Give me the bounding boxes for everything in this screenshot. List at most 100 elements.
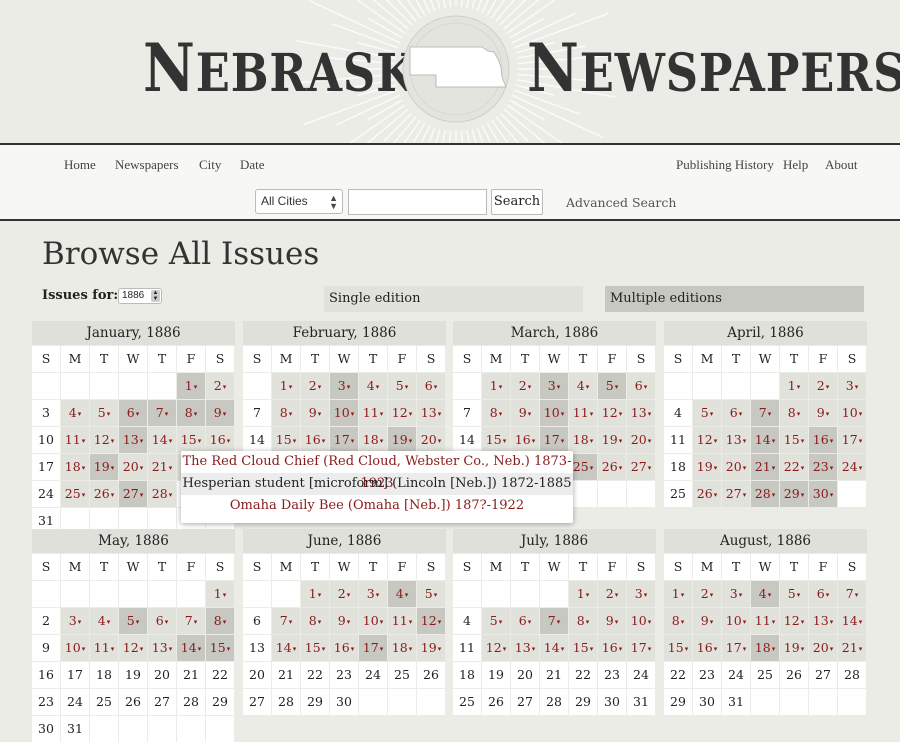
issue-day[interactable]: 11▾ bbox=[751, 608, 779, 634]
issue-day[interactable]: 12▾ bbox=[119, 635, 147, 661]
issue-day[interactable]: 14▾ bbox=[177, 635, 205, 661]
issue-day[interactable]: 2▾ bbox=[598, 581, 626, 607]
issue-day[interactable]: 5▾ bbox=[119, 608, 147, 634]
issue-day[interactable]: 16▾ bbox=[330, 635, 358, 661]
issue-day[interactable]: 14▾ bbox=[272, 635, 300, 661]
issue-day[interactable]: 17▾ bbox=[330, 427, 358, 453]
issue-day[interactable]: 5▾ bbox=[90, 400, 118, 426]
issue-day[interactable]: 14▾ bbox=[751, 427, 779, 453]
issue-day[interactable]: 3▾ bbox=[330, 373, 358, 399]
issue-day[interactable]: 3▾ bbox=[359, 581, 387, 607]
issue-day[interactable]: 4▾ bbox=[359, 373, 387, 399]
issue-day[interactable]: 4▾ bbox=[569, 373, 597, 399]
issue-day[interactable]: 17▾ bbox=[838, 427, 866, 453]
issue-day[interactable]: 11▾ bbox=[569, 400, 597, 426]
nav-about[interactable]: About bbox=[825, 157, 858, 173]
issue-day[interactable]: 12▾ bbox=[598, 400, 626, 426]
issue-day[interactable]: 27▾ bbox=[722, 481, 750, 507]
issue-day[interactable]: 15▾ bbox=[301, 635, 329, 661]
issue-day[interactable]: 12▾ bbox=[482, 635, 510, 661]
issue-day[interactable]: 8▾ bbox=[569, 608, 597, 634]
issue-day[interactable]: 27▾ bbox=[119, 481, 147, 507]
issue-day[interactable]: 28▾ bbox=[751, 481, 779, 507]
issue-day[interactable]: 2▾ bbox=[511, 373, 539, 399]
issue-day[interactable]: 2▾ bbox=[301, 373, 329, 399]
issue-day[interactable]: 16▾ bbox=[511, 427, 539, 453]
issue-day[interactable]: 20▾ bbox=[722, 454, 750, 480]
issue-day[interactable]: 29▾ bbox=[780, 481, 808, 507]
issue-day[interactable]: 6▾ bbox=[511, 608, 539, 634]
issue-day[interactable]: 8▾ bbox=[780, 400, 808, 426]
issue-day[interactable]: 16▾ bbox=[206, 427, 234, 453]
issue-day[interactable]: 21▾ bbox=[148, 454, 176, 480]
issue-day[interactable]: 6▾ bbox=[417, 373, 445, 399]
issue-day[interactable]: 12▾ bbox=[417, 608, 445, 634]
issue-day[interactable]: 6▾ bbox=[809, 581, 837, 607]
issue-day[interactable]: 13▾ bbox=[148, 635, 176, 661]
advanced-search-link[interactable]: Advanced Search bbox=[566, 195, 676, 210]
issue-day[interactable]: 3▾ bbox=[722, 581, 750, 607]
city-select[interactable]: All Cities ▲ ▼ bbox=[255, 189, 343, 214]
issue-day[interactable]: 30▾ bbox=[809, 481, 837, 507]
issue-day[interactable]: 1▾ bbox=[569, 581, 597, 607]
issue-day[interactable]: 18▾ bbox=[359, 427, 387, 453]
issue-day[interactable]: 21▾ bbox=[751, 454, 779, 480]
issue-day[interactable]: 23▾ bbox=[809, 454, 837, 480]
issue-day[interactable]: 13▾ bbox=[809, 608, 837, 634]
search-input[interactable] bbox=[348, 189, 487, 215]
issue-day[interactable]: 3▾ bbox=[540, 373, 568, 399]
issue-day[interactable]: 6▾ bbox=[119, 400, 147, 426]
issue-day[interactable]: 1▾ bbox=[206, 581, 234, 607]
year-select[interactable]: 1886 ▲ ▼ bbox=[118, 288, 162, 304]
issue-day[interactable]: 18▾ bbox=[569, 427, 597, 453]
issue-day[interactable]: 19▾ bbox=[388, 427, 416, 453]
issue-day[interactable]: 9▾ bbox=[511, 400, 539, 426]
issue-day[interactable]: 15▾ bbox=[780, 427, 808, 453]
issue-day[interactable]: 19▾ bbox=[693, 454, 721, 480]
issue-day[interactable]: 14▾ bbox=[838, 608, 866, 634]
issue-day[interactable]: 1▾ bbox=[301, 581, 329, 607]
issue-day[interactable]: 22▾ bbox=[780, 454, 808, 480]
issue-day[interactable]: 13▾ bbox=[722, 427, 750, 453]
issue-day[interactable]: 13▾ bbox=[119, 427, 147, 453]
issue-day[interactable]: 14▾ bbox=[148, 427, 176, 453]
issue-day[interactable]: 12▾ bbox=[388, 400, 416, 426]
issue-day[interactable]: 28▾ bbox=[148, 481, 176, 507]
issue-day[interactable]: 15▾ bbox=[664, 635, 692, 661]
issue-day[interactable]: 10▾ bbox=[722, 608, 750, 634]
issue-day[interactable]: 1▾ bbox=[177, 373, 205, 399]
issue-day[interactable]: 7▾ bbox=[148, 400, 176, 426]
issue-day[interactable]: 11▾ bbox=[359, 400, 387, 426]
issue-day[interactable]: 8▾ bbox=[272, 400, 300, 426]
issue-day[interactable]: 15▾ bbox=[482, 427, 510, 453]
nav-publishing-history[interactable]: Publishing History bbox=[676, 157, 774, 173]
issue-day[interactable]: 10▾ bbox=[359, 608, 387, 634]
issue-day[interactable]: 9▾ bbox=[301, 400, 329, 426]
issue-day[interactable]: 1▾ bbox=[664, 581, 692, 607]
issue-day[interactable]: 7▾ bbox=[540, 608, 568, 634]
issue-day[interactable]: 5▾ bbox=[780, 581, 808, 607]
issue-day[interactable]: 20▾ bbox=[627, 427, 655, 453]
issue-day[interactable]: 10▾ bbox=[627, 608, 655, 634]
issue-day[interactable]: 5▾ bbox=[482, 608, 510, 634]
issue-day[interactable]: 14▾ bbox=[540, 635, 568, 661]
issue-day[interactable]: 4▾ bbox=[61, 400, 89, 426]
issue-day[interactable]: 8▾ bbox=[301, 608, 329, 634]
issue-day[interactable]: 25▾ bbox=[569, 454, 597, 480]
issue-day[interactable]: 10▾ bbox=[540, 400, 568, 426]
nav-home[interactable]: Home bbox=[64, 157, 96, 173]
issue-day[interactable]: 16▾ bbox=[809, 427, 837, 453]
issue-day[interactable]: 15▾ bbox=[272, 427, 300, 453]
popup-item[interactable]: Omaha Daily Bee (Omaha [Neb.]) 187?-1922 bbox=[181, 495, 573, 517]
issue-day[interactable]: 17▾ bbox=[627, 635, 655, 661]
issue-day[interactable]: 2▾ bbox=[206, 373, 234, 399]
issue-day[interactable]: 21▾ bbox=[838, 635, 866, 661]
nav-help[interactable]: Help bbox=[783, 157, 808, 173]
issue-day[interactable]: 8▾ bbox=[206, 608, 234, 634]
issue-day[interactable]: 17▾ bbox=[540, 427, 568, 453]
issue-day[interactable]: 17▾ bbox=[359, 635, 387, 661]
issue-day[interactable]: 7▾ bbox=[177, 608, 205, 634]
issue-day[interactable]: 20▾ bbox=[119, 454, 147, 480]
issue-day[interactable]: 6▾ bbox=[627, 373, 655, 399]
issue-day[interactable]: 7▾ bbox=[838, 581, 866, 607]
